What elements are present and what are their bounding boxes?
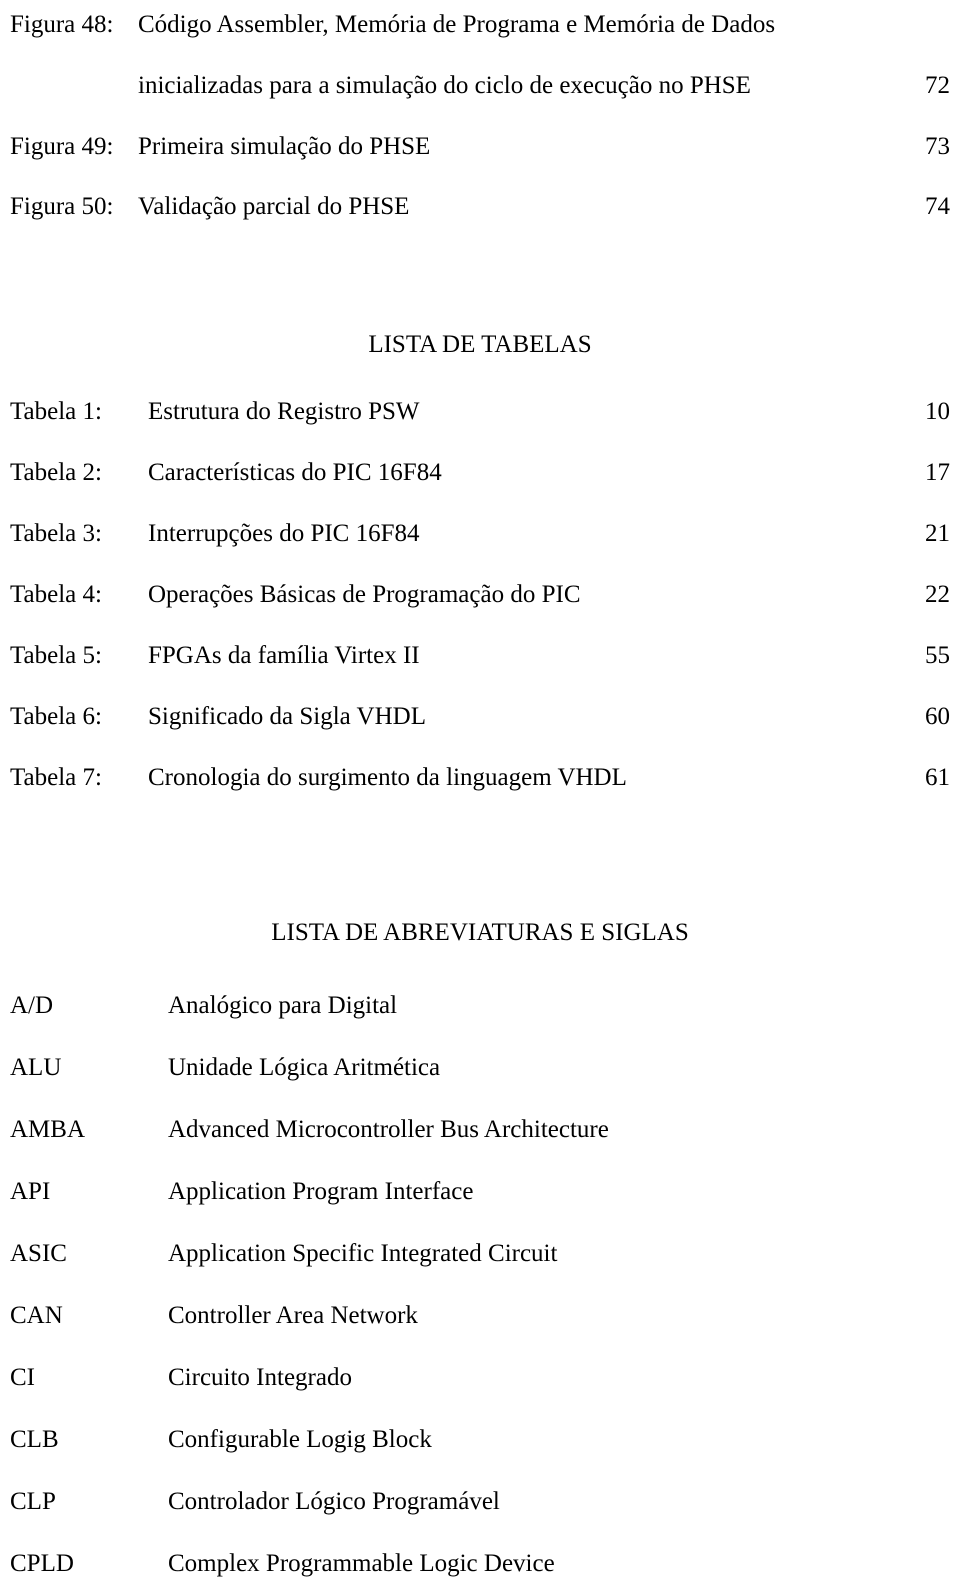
list-of-abbreviations: A/D Analógico para Digital ALU Unidade L…: [10, 993, 950, 1576]
figure-entry-label: Figura 50:: [10, 193, 114, 220]
table-entry-title: Interrupções do PIC 16F84: [148, 520, 420, 547]
table-entry-page: 21: [925, 520, 950, 547]
table-entry-title: Operações Básicas de Programação do PIC: [148, 581, 581, 608]
abbreviation-definition: Application Program Interface: [168, 1178, 474, 1205]
abbreviation-definition: Complex Programmable Logic Device: [168, 1550, 555, 1577]
abbreviation-definition: Analógico para Digital: [168, 992, 398, 1019]
list-of-tables: Tabela 1: Estrutura do Registro PSW 10 T…: [10, 399, 950, 790]
abbreviation-term: CLB: [10, 1426, 59, 1453]
table-entry: Tabela 3: Interrupções do PIC 16F84 21: [10, 521, 950, 546]
spacer-before-tables-heading: [10, 254, 950, 332]
table-entry-page: 61: [925, 764, 950, 791]
table-entry-title: Características do PIC 16F84: [148, 459, 442, 486]
abbreviation-entry: CPLD Complex Programmable Logic Device: [10, 1551, 950, 1576]
figure-entry-continuation-text: inicializadas para a simulação do ciclo …: [138, 72, 751, 99]
abbreviation-term: ASIC: [10, 1240, 67, 1267]
abbreviation-entry: ALU Unidade Lógica Aritmética: [10, 1055, 950, 1080]
abbreviation-entry: API Application Program Interface: [10, 1179, 950, 1204]
document-page: Figura 48: Código Assembler, Memória de …: [0, 0, 960, 1576]
figure-entry: Figura 48: Código Assembler, Memória de …: [10, 12, 950, 37]
table-entry: Tabela 1: Estrutura do Registro PSW 10: [10, 399, 950, 424]
figure-entry-page: 74: [925, 193, 950, 220]
abbreviation-entry: A/D Analógico para Digital: [10, 993, 950, 1018]
figure-entry-continuation-row: inicializadas para a simulação do ciclo …: [10, 73, 950, 98]
abbreviation-entry: AMBA Advanced Microcontroller Bus Archit…: [10, 1117, 950, 1142]
abbreviation-definition: Controller Area Network: [168, 1302, 418, 1329]
spacer-before-abbreviations-heading: [10, 826, 950, 920]
abbreviation-term: CPLD: [10, 1550, 74, 1577]
table-entry-title: Estrutura do Registro PSW: [148, 398, 420, 425]
abbreviation-entry: CLP Controlador Lógico Programável: [10, 1489, 950, 1514]
abbreviation-term: AMBA: [10, 1116, 86, 1143]
table-entry-label: Tabela 6:: [10, 703, 102, 730]
table-entry: Tabela 4: Operações Básicas de Programaç…: [10, 582, 950, 607]
figure-entry-label: Figura 48:: [10, 11, 114, 38]
spacer-after-abbreviations-heading: [10, 945, 950, 993]
spacer-after-tables-heading: [10, 357, 950, 399]
abbreviation-entry: CI Circuito Integrado: [10, 1365, 950, 1390]
table-entry-title: FPGAs da família Virtex II: [148, 642, 420, 669]
table-entry-label: Tabela 4:: [10, 581, 102, 608]
figure-entry-title: Validação parcial do PHSE: [138, 193, 410, 220]
table-entry: Tabela 7: Cronologia do surgimento da li…: [10, 765, 950, 790]
abbreviation-term: A/D: [10, 992, 54, 1019]
table-entry: Tabela 2: Características do PIC 16F84 1…: [10, 460, 950, 485]
figure-entry-title: Código Assembler, Memória de Programa e …: [138, 11, 776, 38]
table-entry-label: Tabela 3:: [10, 520, 102, 547]
abbreviation-definition: Unidade Lógica Aritmética: [168, 1054, 441, 1081]
table-entry-page: 10: [925, 398, 950, 425]
abbreviation-term: CAN: [10, 1302, 63, 1329]
abbreviation-definition: Advanced Microcontroller Bus Architectur…: [168, 1116, 609, 1143]
figure-entry-page: 73: [925, 133, 950, 160]
figure-entry-label: Figura 49:: [10, 133, 114, 160]
table-entry-label: Tabela 7:: [10, 764, 102, 791]
list-of-tables-heading: LISTA DE TABELAS: [368, 331, 592, 358]
abbreviation-definition: Circuito Integrado: [168, 1364, 352, 1391]
abbreviation-definition: Controlador Lógico Programável: [168, 1488, 500, 1515]
table-entry-page: 55: [925, 642, 950, 669]
figure-entry-title: Primeira simulação do PHSE: [138, 133, 431, 160]
list-of-abbreviations-heading: LISTA DE ABREVIATURAS E SIGLAS: [271, 919, 689, 946]
list-of-figures: Figura 48: Código Assembler, Memória de …: [10, 12, 950, 219]
abbreviation-entry: CLB Configurable Logig Block: [10, 1427, 950, 1452]
abbreviation-definition: Configurable Logig Block: [168, 1426, 432, 1453]
abbreviation-term: ALU: [10, 1054, 62, 1081]
table-entry-label: Tabela 5:: [10, 642, 102, 669]
table-entry-label: Tabela 2:: [10, 459, 102, 486]
figure-entry: Figura 49: Primeira simulação do PHSE 73: [10, 134, 950, 159]
table-entry: Tabela 6: Significado da Sigla VHDL 60: [10, 704, 950, 729]
table-entry-page: 22: [925, 581, 950, 608]
abbreviation-definition: Application Specific Integrated Circuit: [168, 1240, 558, 1267]
table-entry-label: Tabela 1:: [10, 398, 102, 425]
figure-entry-page: 72: [925, 72, 950, 99]
abbreviation-term: CLP: [10, 1488, 56, 1515]
table-entry: Tabela 5: FPGAs da família Virtex II 55: [10, 643, 950, 668]
figure-entry: Figura 50: Validação parcial do PHSE 74: [10, 194, 950, 219]
abbreviation-term: API: [10, 1178, 51, 1205]
table-entry-page: 60: [925, 703, 950, 730]
abbreviation-entry: CAN Controller Area Network: [10, 1303, 950, 1328]
table-entry-page: 17: [925, 459, 950, 486]
abbreviation-entry: ASIC Application Specific Integrated Cir…: [10, 1241, 950, 1266]
table-entry-title: Significado da Sigla VHDL: [148, 703, 426, 730]
table-entry-title: Cronologia do surgimento da linguagem VH…: [148, 764, 627, 791]
abbreviation-term: CI: [10, 1364, 35, 1391]
